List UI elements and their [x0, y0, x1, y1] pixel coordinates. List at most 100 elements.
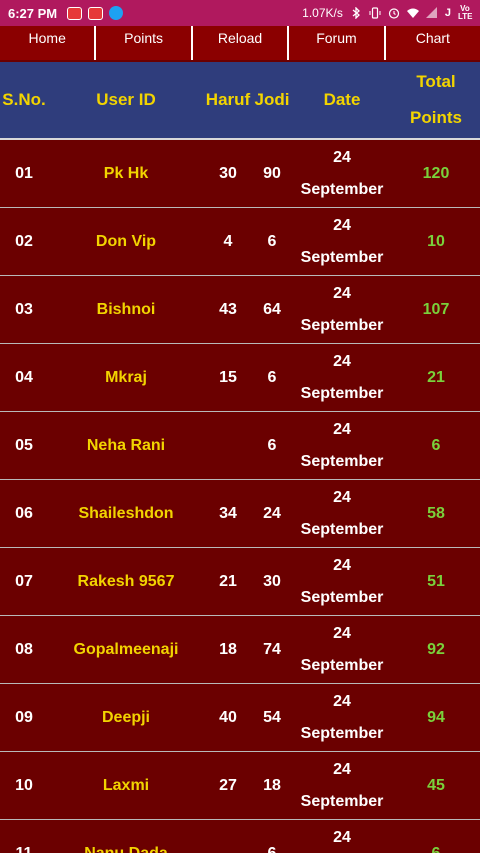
row-date: 24 September [292, 210, 392, 274]
row-haruf: 40 [219, 708, 237, 726]
row-total-points: 6 [431, 844, 441, 853]
row-jodi: 6 [267, 436, 277, 454]
table-row: 10 Laxmi 27 18 24 September 45 [0, 752, 480, 820]
row-date-day: 24 [333, 760, 351, 778]
row-jodi: 24 [263, 504, 281, 522]
row-haruf: 30 [219, 164, 237, 182]
table-row: 05 Neha Rani 6 24 September 6 [0, 412, 480, 480]
table-row: 06 Shaileshdon 34 24 24 September 58 [0, 480, 480, 548]
volte-label: Vo LTE [458, 4, 473, 21]
row-sno: 01 [15, 164, 33, 182]
header-date: Date [323, 90, 361, 109]
row-jodi: 6 [267, 368, 277, 386]
table-body: 01 Pk Hk 30 90 24 September 120 02 Don Vip 4 6 24 Se… [0, 140, 480, 853]
row-date-day: 24 [333, 556, 351, 574]
row-jodi: 74 [263, 640, 281, 658]
row-haruf: 15 [219, 368, 237, 386]
row-date-month: September [300, 248, 384, 266]
row-user-id: Nanu Dada [84, 844, 168, 853]
row-sno: 09 [15, 708, 33, 726]
row-date-month: September [300, 656, 384, 674]
header-total-points: Total Points [392, 64, 480, 136]
row-date-month: September [300, 452, 384, 470]
row-haruf: 4 [223, 232, 233, 250]
row-date-day: 24 [333, 488, 351, 506]
row-date: 24September [292, 346, 392, 410]
row-user-id: Shaileshdon [78, 504, 174, 522]
row-jodi: 6 [267, 844, 277, 853]
row-user-id: Rakesh 9567 [77, 572, 175, 590]
wifi-icon [406, 8, 419, 18]
row-sno: 04 [15, 368, 33, 386]
top-nav: Home Points Reload Forum Chart [0, 26, 480, 60]
row-total-points: 10 [427, 232, 445, 250]
row-haruf: 27 [219, 776, 237, 794]
row-user-id: Mkraj [105, 368, 147, 386]
tab-reload[interactable]: Reload [192, 26, 290, 60]
header-jodi: Jodi [254, 90, 290, 109]
row-jodi: 90 [263, 164, 281, 182]
tab-points[interactable]: Points [96, 26, 193, 60]
row-haruf: 34 [219, 504, 237, 522]
header-sno: S.No. [2, 90, 46, 109]
points-table: S.No. User ID Haruf Jodi Date Total Poin… [0, 62, 480, 853]
youtube-icon [88, 6, 104, 20]
twitter-icon [109, 6, 124, 20]
row-date: 24 September [292, 618, 392, 682]
row-jodi: 64 [263, 300, 281, 318]
table-row: 11 Nanu Dada 6 24September 6 [0, 820, 480, 853]
row-haruf: 21 [219, 572, 237, 590]
header-total-line1: Total [416, 72, 456, 91]
table-row: 04 Mkraj 15 6 24 September 21 [0, 344, 480, 412]
row-date-day: 24 [333, 420, 351, 438]
table-row: 02 Don Vip 4 6 24 September 10 [0, 208, 480, 276]
row-haruf: 43 [219, 300, 237, 318]
row-total-points: 58 [427, 504, 445, 522]
row-user-id: Neha Rani [86, 436, 166, 454]
network-speed: 1.07K/s [302, 6, 343, 20]
youtube-icon [67, 6, 83, 20]
signal-icon [425, 7, 437, 18]
row-date-month: September [300, 724, 384, 742]
table-row: 01 Pk Hk 30 90 24 September 120 [0, 140, 480, 208]
bluetooth-icon [352, 7, 360, 19]
row-date-day: 24 [333, 216, 351, 234]
row-date: 24 September [292, 686, 392, 750]
row-date: 24 September [292, 550, 392, 614]
row-total-points: 92 [427, 640, 445, 658]
row-user-id: Don Vip [95, 232, 157, 250]
row-total-points: 51 [427, 572, 445, 590]
row-date-day: 24 [333, 692, 351, 710]
row-jodi: 54 [263, 708, 281, 726]
table-row: 03 Bishnoi 43 64 24 September 107 [0, 276, 480, 344]
row-jodi: 6 [267, 232, 277, 250]
row-total-points: 45 [427, 776, 445, 794]
row-user-id: Deepji [101, 708, 150, 726]
row-jodi: 30 [263, 572, 281, 590]
row-total-points: 6 [431, 436, 441, 454]
tab-forum[interactable]: Forum [289, 26, 386, 60]
row-date-month: September [300, 588, 384, 606]
header-haruf: Haruf [205, 90, 251, 109]
row-sno: 06 [15, 504, 33, 522]
tab-home[interactable]: Home [0, 26, 97, 60]
table-row: 07 Rakesh 9567 21 30 24 September 51 [0, 548, 480, 616]
row-total-points: 107 [422, 300, 450, 318]
row-date: 24 September [292, 414, 392, 478]
row-date-month: September [300, 792, 384, 810]
row-jodi: 18 [263, 776, 281, 794]
row-date: 24September [292, 142, 392, 206]
row-date-month: September [300, 520, 384, 538]
tab-chart[interactable]: Chart [385, 26, 480, 60]
row-date: 24 September [292, 278, 392, 342]
row-user-id: Bishnoi [96, 300, 156, 318]
row-user-id: Gopalmeenaji [73, 640, 179, 658]
row-date-day: 24 [333, 284, 351, 302]
row-sno: 08 [15, 640, 33, 658]
row-date-day: 24 [333, 624, 351, 642]
row-date: 24September [292, 822, 392, 853]
row-date-month: September [300, 316, 384, 334]
row-date-day: 24 [333, 828, 351, 846]
row-total-points: 21 [427, 368, 445, 386]
row-total-points: 120 [422, 164, 450, 182]
